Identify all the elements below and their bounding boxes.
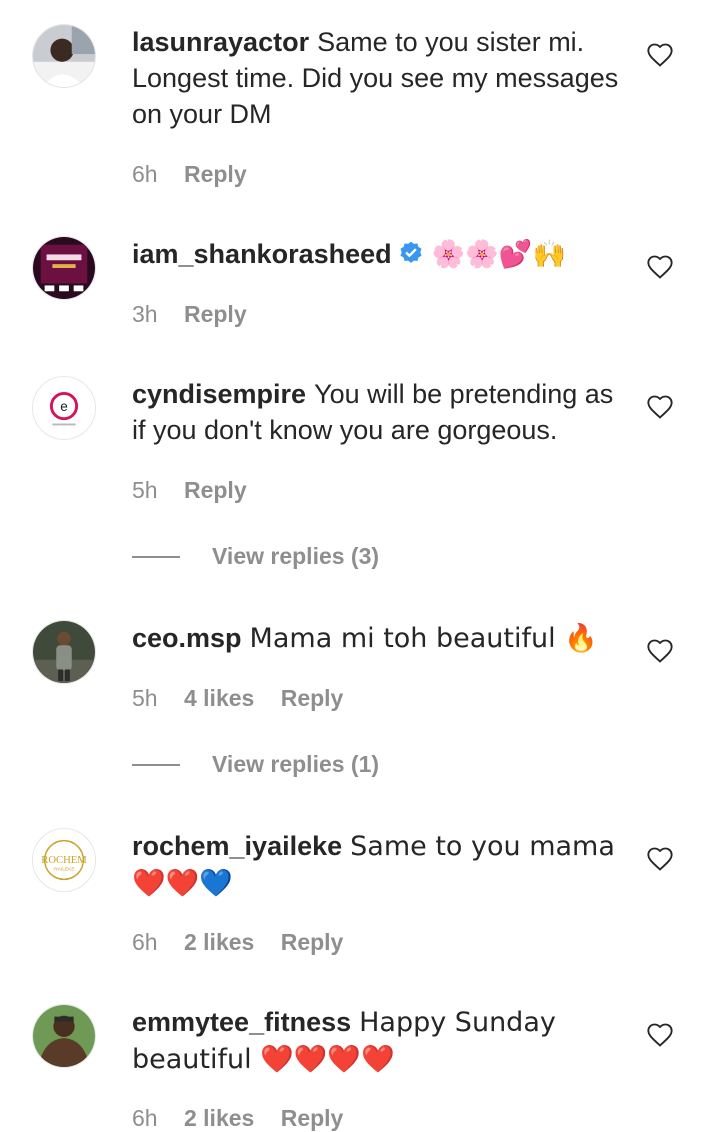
comment-text: cyndisempire You will be pretending as if… [132, 376, 622, 448]
comment-meta: 6h 2 likes Reply [132, 928, 363, 956]
avatar[interactable] [32, 24, 96, 88]
comment-meta: 6h Reply [132, 160, 267, 188]
comment-time: 6h [132, 161, 158, 187]
svg-text:e: e [60, 399, 68, 414]
comment-time: 6h [132, 1105, 158, 1131]
comment-text: lasunrayactor Same to you sister mi. Long… [132, 24, 622, 132]
comment-meta: 5h 4 likes Reply [132, 684, 363, 712]
comment-text: iam_shankorasheed 🌸🌸💕🙌 [132, 236, 622, 275]
replies-divider [132, 556, 180, 558]
reply-button[interactable]: Reply [184, 477, 247, 503]
comment-text: rochem_iyaileke Same to you mama ❤️❤️💙 [132, 828, 622, 902]
reply-button[interactable]: Reply [281, 1105, 344, 1131]
view-replies-button[interactable]: View replies (3) [132, 542, 532, 572]
svg-text:IYAILEKE: IYAILEKE [53, 867, 75, 873]
comment-time: 3h [132, 301, 158, 327]
comment-username[interactable]: ceo.msp [132, 623, 242, 653]
comment-body: 🌸🌸💕🙌 [431, 239, 567, 270]
heart-icon[interactable] [646, 41, 674, 69]
comment-username[interactable]: iam_shankorasheed [132, 239, 392, 269]
comment-username[interactable]: emmytee_fitness [132, 1007, 351, 1037]
comment-text: ceo.msp Mama mi toh beautiful 🔥 [132, 620, 622, 657]
comment-meta: 6h 2 likes Reply [132, 1104, 363, 1132]
likes-count[interactable]: 2 likes [184, 1105, 254, 1131]
reply-button[interactable]: Reply [184, 161, 247, 187]
heart-icon[interactable] [646, 393, 674, 421]
view-replies-label: View replies (1) [212, 751, 380, 777]
avatar[interactable] [32, 620, 96, 684]
avatar[interactable] [32, 236, 96, 300]
view-replies-button[interactable]: View replies (1) [132, 750, 532, 780]
comment-username[interactable]: rochem_iyaileke [132, 831, 342, 861]
comment-body: Mama mi toh beautiful 🔥 [249, 623, 598, 654]
reply-button[interactable]: Reply [281, 685, 344, 711]
view-replies-label: View replies (3) [212, 543, 380, 569]
heart-icon[interactable] [646, 845, 674, 873]
reply-button[interactable]: Reply [281, 929, 344, 955]
comment-username[interactable]: cyndisempire [132, 379, 306, 409]
comment-username[interactable]: lasunrayactor [132, 27, 309, 57]
avatar[interactable]: e [32, 376, 96, 440]
svg-text:ROCHEM: ROCHEM [41, 855, 87, 866]
verified-badge-icon [398, 239, 424, 275]
comment-time: 5h [132, 685, 158, 711]
likes-count[interactable]: 2 likes [184, 929, 254, 955]
reply-button[interactable]: Reply [184, 301, 247, 327]
replies-divider [132, 764, 180, 766]
comment-time: 6h [132, 929, 158, 955]
heart-icon[interactable] [646, 1021, 674, 1049]
avatar[interactable] [32, 1004, 96, 1068]
heart-icon[interactable] [646, 637, 674, 665]
avatar[interactable]: ROCHEM IYAILEKE [32, 828, 96, 892]
likes-count[interactable]: 4 likes [184, 685, 254, 711]
comment-meta: 3h Reply [132, 300, 267, 328]
comment-meta: 5h Reply [132, 476, 267, 504]
comment-text: emmytee_fitness Happy Sunday beautiful ❤️… [132, 1004, 622, 1078]
comment-time: 5h [132, 477, 158, 503]
heart-icon[interactable] [646, 253, 674, 281]
